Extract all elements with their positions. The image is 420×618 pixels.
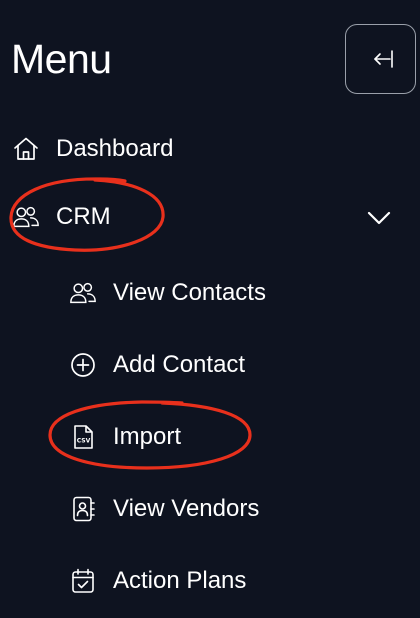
sidebar-item-import[interactable]: CSV Import: [69, 422, 181, 452]
svg-text:CSV: CSV: [77, 438, 91, 445]
chevron-down-icon: [367, 211, 391, 225]
users-icon: [69, 279, 97, 307]
sidebar-item-label: Action Plans: [113, 567, 247, 594]
collapse-sidebar-button[interactable]: [345, 24, 416, 94]
sidebar-item-add-contact[interactable]: Add Contact: [69, 350, 245, 380]
users-icon: [12, 203, 40, 231]
sidebar-item-label: Dashboard: [56, 135, 174, 162]
sidebar-item-label: CRM: [56, 203, 111, 230]
csv-file-icon: CSV: [69, 423, 97, 451]
sidebar-item-view-contacts[interactable]: View Contacts: [69, 278, 266, 308]
menu-title: Menu: [11, 36, 112, 82]
sidebar-item-label: Import: [113, 423, 182, 450]
plus-circle-icon: [69, 351, 97, 379]
sidebar-item-label: Add Contact: [113, 351, 246, 378]
sidebar-item-crm[interactable]: CRM: [12, 202, 111, 232]
sidebar-item-dashboard[interactable]: Dashboard: [12, 134, 173, 164]
sidebar-item-view-vendors[interactable]: View Vendors: [69, 494, 259, 524]
calendar-check-icon: [69, 567, 97, 595]
sidebar-item-label: View Contacts: [113, 279, 266, 306]
sidebar-item-action-plans[interactable]: Action Plans: [69, 566, 246, 596]
collapse-left-icon: [373, 50, 393, 68]
home-icon: [12, 135, 40, 163]
crm-expand-toggle[interactable]: [366, 208, 392, 228]
contact-book-icon: [69, 495, 97, 523]
sidebar-item-label: View Vendors: [113, 495, 260, 522]
